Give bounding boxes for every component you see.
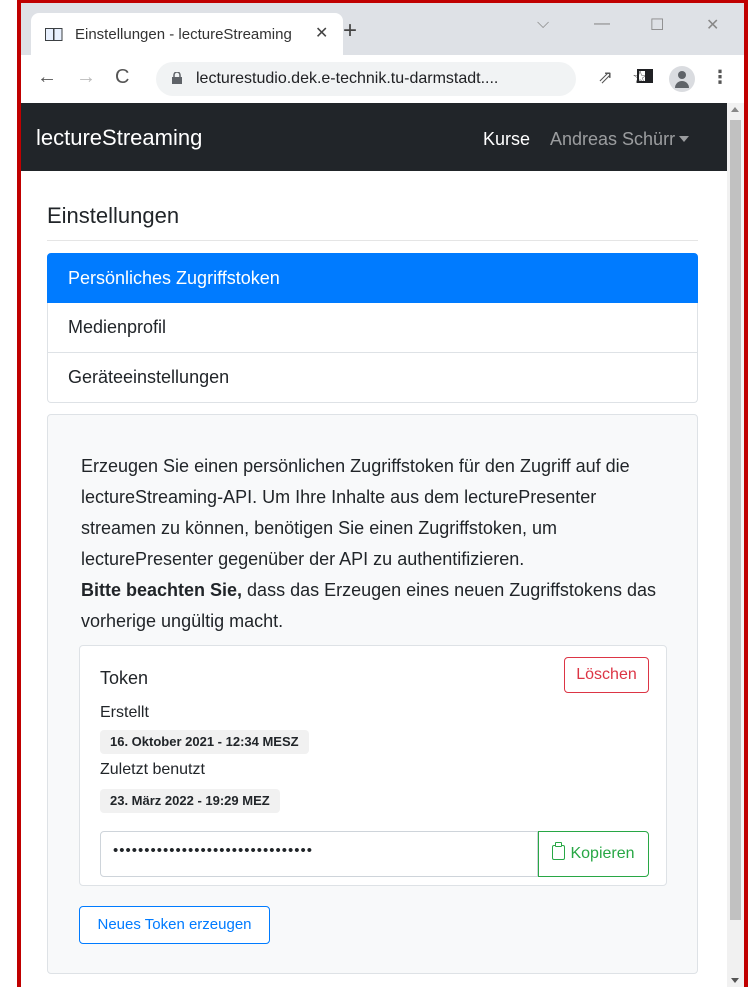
reload-icon[interactable]: C [115, 67, 129, 87]
token-description: Erzeugen Sie einen persönlichen Zugriffs… [81, 451, 671, 637]
scroll-down-arrow-icon[interactable] [731, 978, 739, 983]
forward-arrow-icon[interactable]: → [76, 67, 96, 87]
scroll-thumb[interactable] [730, 120, 741, 920]
profile-icon[interactable] [669, 66, 695, 92]
frame-border-top [17, 0, 748, 3]
share-icon[interactable]: ⇗ [598, 67, 613, 87]
browser-tab-bar: Einstellungen - lectureStreaming ✕ + ⌵ —… [21, 3, 744, 55]
menu-item-device-settings[interactable]: Geräteeinstellungen [47, 353, 698, 403]
tab-title: Einstellungen - lectureStreaming [75, 26, 292, 43]
brand-link[interactable]: lectureStreaming [36, 125, 202, 151]
token-card: Token Löschen Erstellt 16. Oktober 2021 … [79, 645, 667, 886]
token-settings-panel: Erzeugen Sie einen persönlichen Zugriffs… [47, 414, 698, 974]
clipboard-icon [552, 842, 566, 860]
copy-token-button[interactable]: Kopieren [538, 831, 649, 877]
created-date-badge: 16. Oktober 2021 - 12:34 MESZ [100, 730, 309, 754]
menu-item-access-token[interactable]: Persönliches Zugriffstoken [47, 253, 698, 303]
nav-kurse-link[interactable]: Kurse [483, 129, 530, 150]
page-scrollbar[interactable] [727, 103, 744, 987]
frame-border-right [744, 0, 748, 987]
copy-label: Kopieren [570, 845, 635, 862]
lock-icon [172, 72, 182, 84]
window-close-icon[interactable]: ✕ [706, 15, 719, 35]
note-bold: Bitte beachten Sie, [81, 580, 243, 600]
book-icon [45, 28, 63, 41]
delete-token-button[interactable]: Löschen [564, 657, 649, 693]
outside-area [0, 0, 17, 987]
close-icon[interactable]: ✕ [315, 23, 328, 43]
last-used-label: Zuletzt benutzt [100, 761, 205, 778]
scroll-up-arrow-icon[interactable] [731, 107, 739, 112]
screenshot-frame: Einstellungen - lectureStreaming ✕ + ⌵ —… [0, 0, 748, 987]
menu-item-media-profile[interactable]: Medienprofil [47, 303, 698, 353]
maximize-icon[interactable]: ☐ [650, 15, 664, 35]
title-divider [47, 240, 698, 241]
chevron-down-icon[interactable]: ⌵ [537, 15, 549, 33]
user-name: Andreas Schürr [550, 129, 676, 149]
token-input-group: •••••••••••••••••••••••••••••••• Kopiere… [100, 831, 649, 877]
browser-tab[interactable]: Einstellungen - lectureStreaming ✕ [31, 13, 343, 55]
site-navbar: lectureStreaming Kurse Andreas Schürr [21, 103, 727, 171]
caret-down-icon [679, 136, 690, 142]
address-bar[interactable]: lecturestudio.dek.e-technik.tu-darmstadt… [156, 62, 576, 96]
kebab-menu-icon[interactable]: ⋮ [711, 67, 729, 87]
browser-toolbar: ← → C lecturestudio.dek.e-technik.tu-dar… [21, 55, 744, 104]
back-arrow-icon[interactable]: ← [37, 67, 57, 87]
token-title: Token [100, 668, 149, 688]
description-text: Erzeugen Sie einen persönlichen Zugriffs… [81, 456, 630, 569]
settings-menu: Persönliches Zugriffstoken Medienprofil … [47, 253, 698, 403]
plus-icon[interactable]: + [343, 19, 357, 43]
generate-token-button[interactable]: Neues Token erzeugen [79, 906, 270, 944]
user-menu-dropdown[interactable]: Andreas Schürr [550, 129, 690, 150]
page-title: Einstellungen [47, 203, 180, 228]
url-text: lecturestudio.dek.e-technik.tu-darmstadt… [196, 70, 499, 87]
last-used-date-badge: 23. März 2022 - 19:29 MEZ [100, 789, 280, 813]
minimize-icon[interactable]: — [594, 15, 610, 33]
token-field[interactable]: •••••••••••••••••••••••••••••••• [100, 831, 538, 877]
frame-border-left [17, 0, 21, 987]
created-label: Erstellt [100, 704, 149, 721]
